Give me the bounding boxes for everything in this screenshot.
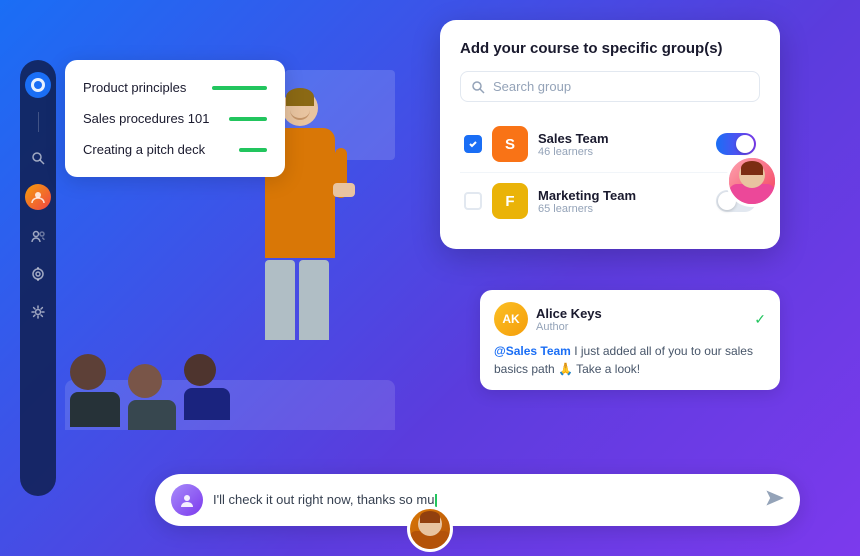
- sidebar-logo[interactable]: [25, 72, 51, 98]
- text-cursor: [435, 494, 437, 508]
- sales-team-avatar: S: [492, 126, 528, 162]
- sidebar-star-icon[interactable]: [26, 262, 50, 286]
- chat-message: @Sales Team I just added all of you to o…: [494, 342, 766, 378]
- chat-author-role: Author: [536, 321, 602, 333]
- course-title-1: Product principles: [83, 80, 186, 95]
- sidebar-search-icon[interactable]: [26, 146, 50, 170]
- sidebar: [20, 60, 56, 496]
- send-button[interactable]: [766, 489, 784, 512]
- bottom-avatar-inner: [410, 509, 450, 549]
- course-progress-2: [229, 117, 267, 121]
- profile-bubble-inner: [729, 158, 775, 204]
- message-input-field[interactable]: I'll check it out right now, thanks so m…: [213, 492, 756, 508]
- attendee-1: [70, 354, 120, 430]
- message-input-text: I'll check it out right now, thanks so m…: [213, 492, 434, 507]
- sales-team-toggle-knob: [736, 135, 754, 153]
- marketing-team-learners: 65 learners: [538, 203, 706, 215]
- search-icon: [471, 80, 485, 94]
- course-item-3[interactable]: Creating a pitch deck: [77, 134, 273, 165]
- sales-team-name: Sales Team: [538, 131, 706, 146]
- profile-bubble-overlay: [726, 155, 778, 207]
- chat-author-name: Alice Keys: [536, 306, 602, 321]
- course-item-1[interactable]: Product principles: [77, 72, 273, 103]
- chat-comment-card: AK Alice Keys Author ✓ @Sales Team I jus…: [480, 290, 780, 390]
- course-progress-3: [239, 148, 267, 152]
- attendee-2: [128, 364, 176, 430]
- sales-team-checkbox[interactable]: [464, 135, 482, 153]
- course-panel: Product principles Sales procedures 101 …: [65, 60, 285, 177]
- chat-author-avatar: AK: [494, 302, 528, 336]
- course-title-2: Sales procedures 101: [83, 111, 209, 126]
- message-input-bar: I'll check it out right now, thanks so m…: [155, 474, 800, 526]
- course-progress-1: [212, 86, 267, 90]
- sidebar-users-icon[interactable]: [26, 224, 50, 248]
- search-box[interactable]: Search group: [460, 71, 760, 102]
- chat-author-info: Alice Keys Author: [536, 306, 602, 333]
- attendee-3: [184, 354, 230, 430]
- add-to-group-dialog: Add your course to specific group(s) Sea…: [440, 20, 780, 249]
- chat-checkmark-icon: ✓: [754, 311, 766, 328]
- group-item-sales[interactable]: S Sales Team 46 learners: [460, 116, 760, 173]
- course-item-2[interactable]: Sales procedures 101: [77, 103, 273, 134]
- chat-author-row: AK Alice Keys Author ✓: [494, 302, 766, 336]
- bottom-avatar-bubble: [407, 506, 453, 552]
- message-bar-avatar: [171, 484, 203, 516]
- sales-team-info: Sales Team 46 learners: [538, 131, 706, 158]
- group-item-marketing[interactable]: F Marketing Team 65 learners: [460, 173, 760, 229]
- sidebar-settings-icon[interactable]: [26, 300, 50, 324]
- search-placeholder: Search group: [493, 79, 749, 94]
- course-title-3: Creating a pitch deck: [83, 142, 205, 157]
- marketing-team-checkbox[interactable]: [464, 192, 482, 210]
- marketing-team-info: Marketing Team 65 learners: [538, 188, 706, 215]
- dialog-title: Add your course to specific group(s): [460, 40, 760, 57]
- marketing-team-avatar: F: [492, 183, 528, 219]
- sales-team-learners: 46 learners: [538, 146, 706, 158]
- sidebar-divider: [38, 112, 39, 132]
- sales-team-toggle[interactable]: [716, 133, 756, 155]
- attendees-row: [70, 354, 230, 430]
- marketing-team-name: Marketing Team: [538, 188, 706, 203]
- chat-mention: @Sales Team: [494, 344, 571, 358]
- sidebar-user-avatar[interactable]: [25, 184, 51, 210]
